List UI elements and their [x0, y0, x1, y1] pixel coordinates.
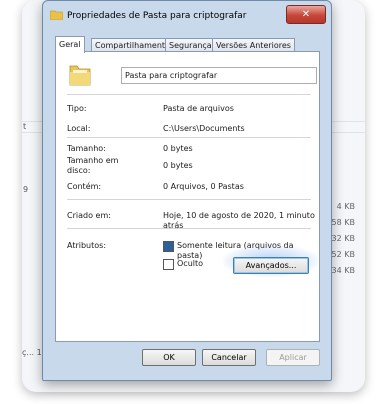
background-fragment: 9 [23, 185, 29, 194]
readonly-checkbox[interactable] [163, 241, 174, 252]
attributes-label: Atributos: [67, 241, 107, 250]
tab-versoes-anteriores[interactable]: Versões Anteriores [212, 38, 295, 52]
hidden-label: Oculto [177, 259, 204, 268]
separator [67, 228, 311, 229]
tab-seguranca[interactable]: Segurança [165, 38, 216, 52]
general-tab-panel: Pasta para criptografar Tipo: Pasta de a… [55, 51, 320, 342]
folder-icon [50, 10, 63, 20]
size-label: Tamanho: [67, 144, 106, 153]
folder-name-input[interactable]: Pasta para criptografar [121, 67, 317, 84]
folder-icon [69, 65, 91, 86]
window-title: Propriedades de Pasta para criptografar [67, 11, 247, 21]
tab-compartilhamento[interactable]: Compartilhamento [91, 38, 174, 52]
separator [67, 137, 311, 138]
apply-button[interactable]: Aplicar [266, 349, 320, 366]
close-button[interactable]: ✕ [286, 5, 326, 24]
separator [67, 94, 311, 95]
type-label: Tipo: [67, 104, 87, 113]
size-value: 0 bytes [163, 144, 193, 153]
disk-size-label: Tamanho em disco: [67, 156, 119, 175]
separator [67, 199, 311, 200]
contains-value: 0 Arquivos, 0 Pastas [163, 182, 244, 191]
disk-size-value: 0 bytes [163, 161, 193, 170]
title-bar[interactable]: Propriedades de Pasta para criptografar … [43, 1, 331, 31]
location-value: C:\Users\Documents [163, 124, 245, 133]
location-label: Local: [67, 124, 91, 133]
cancel-button[interactable]: Cancelar [202, 349, 256, 366]
properties-dialog: Propriedades de Pasta para criptografar … [42, 0, 332, 381]
hidden-checkbox[interactable] [163, 259, 174, 270]
background-fragment: t [23, 122, 27, 131]
advanced-button[interactable]: Avançados... [233, 257, 309, 274]
tab-geral[interactable]: Geral [55, 36, 85, 53]
created-label: Criado em: [67, 211, 111, 220]
ok-button[interactable]: OK [142, 349, 196, 366]
contains-label: Contém: [67, 182, 102, 191]
type-value: Pasta de arquivos [163, 104, 234, 113]
